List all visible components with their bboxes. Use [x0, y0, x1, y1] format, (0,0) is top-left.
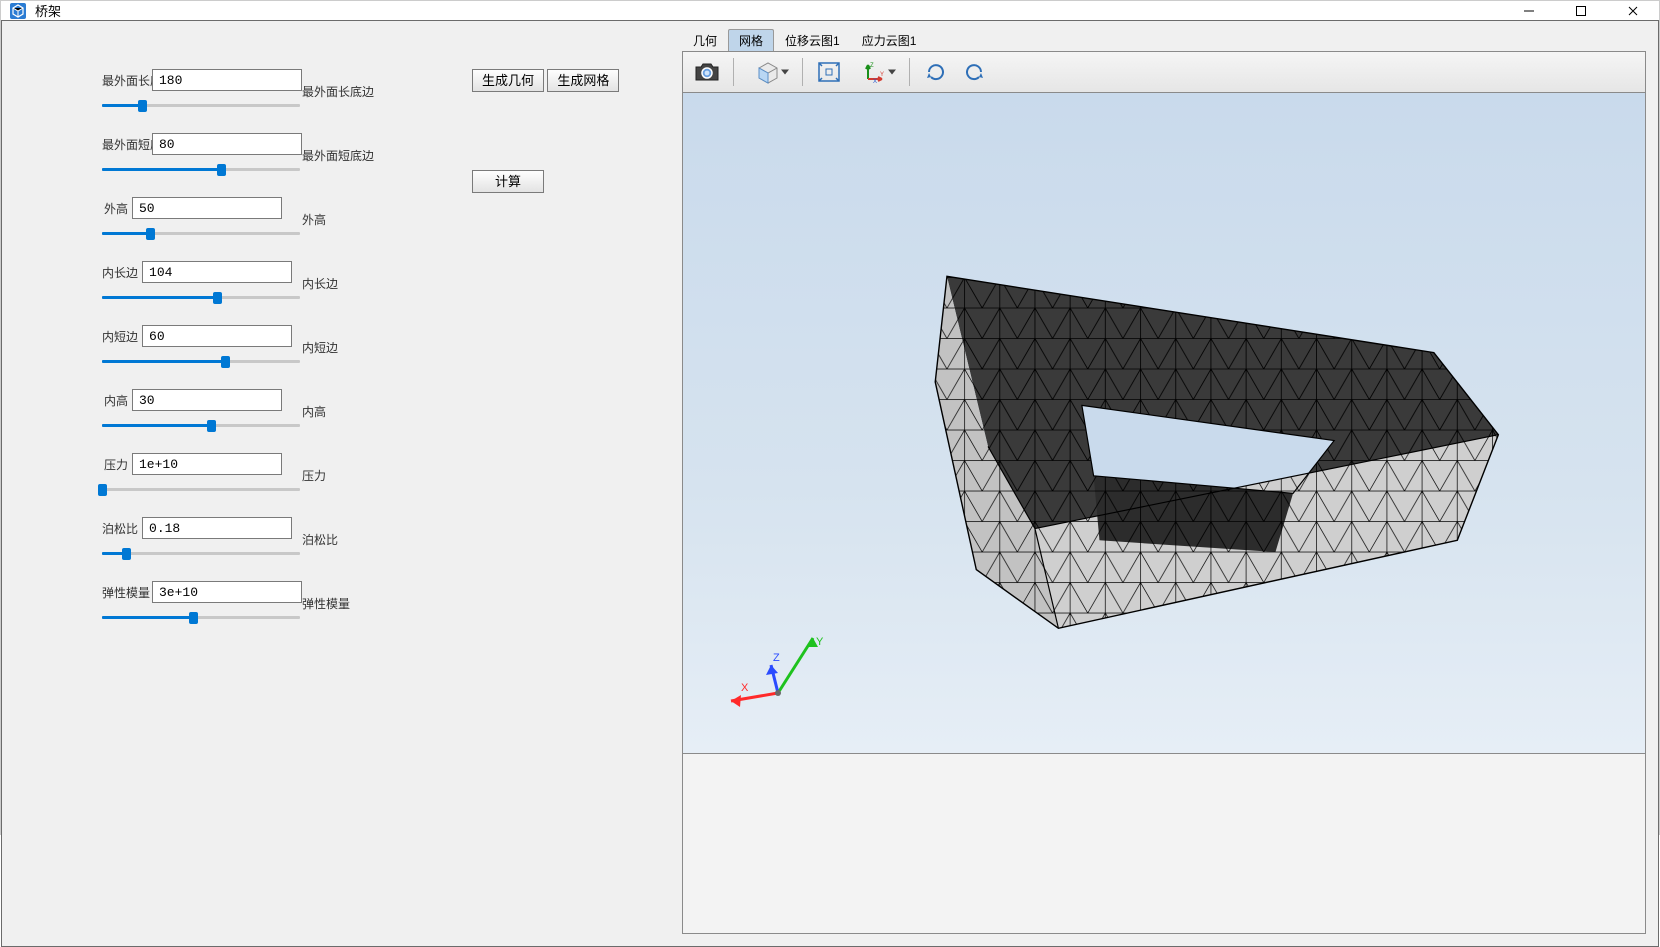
mesh-model: [683, 93, 1645, 753]
param-row: 最外面长底边: [102, 69, 302, 133]
axes-icon[interactable]: Z Y X: [849, 55, 901, 89]
fit-view-icon[interactable]: [811, 55, 847, 89]
param-row: 最外面短底边: [102, 133, 302, 197]
param-input[interactable]: [142, 261, 292, 283]
echo-row: 泊松比: [302, 525, 472, 589]
view-tab[interactable]: 位移云图1: [774, 29, 851, 51]
param-slider[interactable]: [102, 289, 300, 305]
param-label: 压力: [102, 456, 128, 473]
param-label: 最外面长底边: [102, 72, 148, 89]
echo-row: 最外面长底边: [302, 77, 472, 141]
param-input[interactable]: [132, 453, 282, 475]
echo-row: 外高: [302, 205, 472, 269]
rotate-ccw-icon[interactable]: [956, 55, 992, 89]
param-slider[interactable]: [102, 609, 300, 625]
echo-label: 泊松比: [302, 531, 338, 548]
param-row: 弹性模量: [102, 581, 302, 645]
rotate-cw-icon[interactable]: [918, 55, 954, 89]
window-title: 桥架: [35, 1, 61, 20]
viewer-toolbar: Z Y X: [682, 51, 1646, 93]
param-slider[interactable]: [102, 225, 300, 241]
view-tab[interactable]: 应力云图1: [851, 29, 928, 51]
param-slider[interactable]: [102, 417, 300, 433]
close-button[interactable]: [1607, 1, 1659, 20]
echo-row: 压力: [302, 461, 472, 525]
param-row: 外高: [102, 197, 302, 261]
param-slider[interactable]: [102, 545, 300, 561]
param-label: 弹性模量: [102, 584, 148, 601]
svg-text:Y: Y: [880, 72, 884, 78]
window-controls: [1503, 1, 1659, 20]
view-tab[interactable]: 网格: [728, 29, 774, 51]
parameters-panel: 最外面长底边 最外面短底边 外高 内长边: [2, 21, 682, 946]
echo-row: 内短边: [302, 333, 472, 397]
echo-label: 最外面短底边: [302, 147, 374, 164]
param-input[interactable]: [152, 133, 302, 155]
param-input[interactable]: [132, 389, 282, 411]
view-cube-icon[interactable]: [742, 55, 794, 89]
param-input[interactable]: [132, 197, 282, 219]
titlebar: 桥架: [1, 1, 1659, 20]
generate-mesh-button[interactable]: 生成网格: [547, 69, 619, 92]
echo-label: 压力: [302, 467, 326, 484]
param-label: 内长边: [102, 264, 138, 281]
param-row: 压力: [102, 453, 302, 517]
generate-geometry-button[interactable]: 生成几何: [472, 69, 544, 92]
viewer-panel: 几何网格位移云图1应力云图1: [682, 21, 1658, 946]
param-label: 最外面短底边: [102, 136, 148, 153]
view-tab[interactable]: 几何: [682, 29, 728, 51]
echo-row: 弹性模量: [302, 589, 472, 653]
svg-text:X: X: [873, 79, 877, 83]
param-row: 内长边: [102, 261, 302, 325]
compute-button[interactable]: 计算: [472, 170, 544, 193]
param-input[interactable]: [142, 517, 292, 539]
param-row: 内短边: [102, 325, 302, 389]
screenshot-icon[interactable]: [689, 55, 725, 89]
param-label: 内短边: [102, 328, 138, 345]
echo-row: 内长边: [302, 269, 472, 333]
echo-label: 外高: [302, 211, 326, 228]
param-slider[interactable]: [102, 97, 300, 113]
param-input[interactable]: [152, 69, 302, 91]
svg-text:Z: Z: [870, 63, 874, 69]
echo-label: 内短边: [302, 339, 338, 356]
echo-label: 弹性模量: [302, 595, 350, 612]
echo-label: 内高: [302, 403, 326, 420]
echo-row: 内高: [302, 397, 472, 461]
3d-viewport[interactable]: Z Y X: [682, 93, 1646, 754]
param-label: 泊松比: [102, 520, 138, 537]
maximize-button[interactable]: [1555, 1, 1607, 20]
param-slider[interactable]: [102, 481, 300, 497]
param-slider[interactable]: [102, 353, 300, 369]
param-input[interactable]: [152, 581, 302, 603]
param-row: 内高: [102, 389, 302, 453]
viewer-bottom-area: [682, 754, 1646, 934]
param-row: 泊松比: [102, 517, 302, 581]
param-slider[interactable]: [102, 161, 300, 177]
param-label: 外高: [102, 200, 128, 217]
minimize-button[interactable]: [1503, 1, 1555, 20]
echo-label: 最外面长底边: [302, 83, 374, 100]
echo-row: 最外面短底边: [302, 141, 472, 205]
param-input[interactable]: [142, 325, 292, 347]
param-label: 内高: [102, 392, 128, 409]
echo-label: 内长边: [302, 275, 338, 292]
view-tabs: 几何网格位移云图1应力云图1: [682, 27, 1646, 51]
app-icon: [9, 2, 27, 20]
